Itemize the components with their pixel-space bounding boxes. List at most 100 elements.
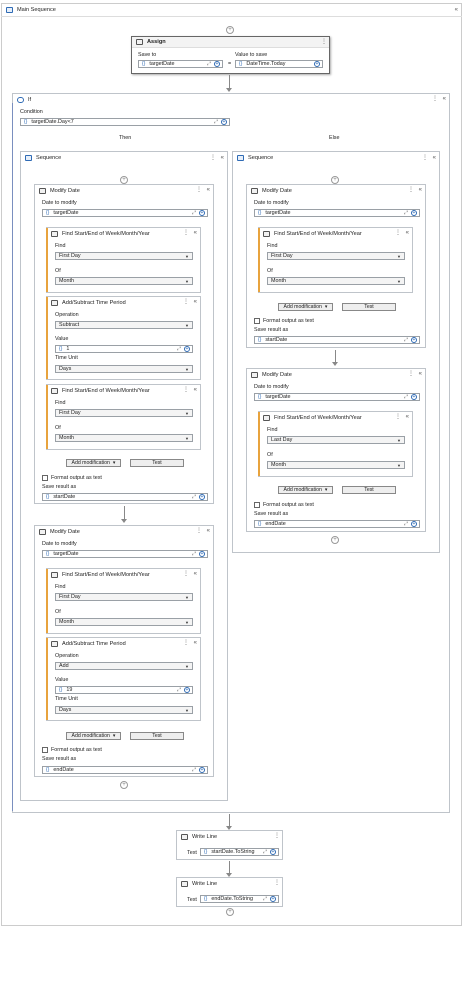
plus-icon[interactable]: + — [411, 210, 417, 216]
expand-icon[interactable]: ⤢ — [404, 337, 408, 343]
expand-icon[interactable]: ⤢ — [177, 687, 181, 693]
assign-activity[interactable]: Assign ⋮ Save to Value to save {} targetD… — [131, 36, 330, 74]
add-subtract-activity[interactable]: Add/Subtract Time Period ⋮ « Operation A… — [46, 637, 201, 721]
more-options-icon[interactable]: ⋮ — [395, 229, 401, 236]
expand-icon[interactable]: ⤢ — [214, 119, 218, 125]
collapse-icon[interactable]: « — [194, 387, 197, 393]
text-field[interactable]: {} endDate.ToString ⤢ + — [200, 895, 279, 903]
collapse-icon[interactable]: « — [419, 371, 422, 377]
more-options-icon[interactable]: ⋮ — [196, 186, 202, 193]
collapse-icon[interactable]: « — [221, 155, 224, 161]
format-output-checkbox[interactable] — [254, 502, 260, 508]
main-sequence-header[interactable]: Main Sequence — [2, 4, 461, 16]
condition-field[interactable]: {} targetDate.Day<7 ⤢ + — [20, 118, 230, 126]
find-select[interactable]: Last Day ▼ — [267, 436, 405, 444]
test-button[interactable]: Test — [130, 732, 184, 740]
collapse-icon[interactable]: « — [194, 299, 197, 305]
save-to-field[interactable]: {} targetDate ⤢ + — [138, 60, 223, 68]
expand-icon[interactable]: ⤢ — [192, 494, 196, 500]
more-options-icon[interactable]: ⋮ — [274, 879, 280, 886]
format-output-checkbox[interactable] — [42, 475, 48, 481]
collapse-icon[interactable]: « — [194, 230, 197, 236]
time-unit-select[interactable]: Days ▼ — [55, 706, 193, 714]
date-to-modify-field[interactable]: {} targetDate ⤢ + — [42, 209, 208, 217]
add-activity-button[interactable]: + — [331, 536, 339, 544]
more-options-icon[interactable]: ⋮ — [432, 95, 438, 102]
expand-icon[interactable]: ⤢ — [404, 521, 408, 527]
expand-icon[interactable]: ⤢ — [192, 767, 196, 773]
test-button[interactable]: Test — [342, 303, 396, 311]
add-subtract-activity[interactable]: Add/Subtract Time Period ⋮ « Operation S… — [46, 296, 201, 380]
value-field[interactable]: {} DateTime.Today + — [235, 60, 323, 68]
plus-icon[interactable]: + — [214, 61, 220, 67]
of-select[interactable]: Month ▼ — [55, 434, 193, 442]
find-select[interactable]: First Day ▼ — [267, 252, 405, 260]
add-modification-button[interactable]: Add modification ▾ — [66, 459, 121, 467]
collapse-icon[interactable]: « — [194, 571, 197, 577]
operation-select[interactable]: Add ▼ — [55, 662, 193, 670]
find-select[interactable]: First Day ▼ — [55, 593, 193, 601]
more-options-icon[interactable]: ⋮ — [321, 38, 327, 45]
write-line-activity[interactable]: Write Line ⋮ Text {} startDate.ToString ⤢ + — [176, 830, 283, 860]
write-line-activity[interactable]: Write Line ⋮ Text {} endDate.ToString ⤢ + — [176, 877, 283, 907]
plus-icon[interactable]: + — [411, 337, 417, 343]
expand-icon[interactable]: ⤢ — [192, 551, 196, 557]
save-result-field[interactable]: {} endDate ⤢ + — [42, 766, 208, 774]
find-start-end-activity[interactable]: Find Start/End of Week/Month/Year ⋮ « Fi… — [46, 568, 201, 634]
date-to-modify-field[interactable]: {} targetDate ⤢ + — [254, 393, 420, 401]
add-activity-button[interactable]: + — [120, 781, 128, 789]
find-select[interactable]: First Day ▼ — [55, 252, 193, 260]
add-modification-button[interactable]: Add modification ▾ — [278, 486, 333, 494]
more-options-icon[interactable]: ⋮ — [196, 527, 202, 534]
time-unit-select[interactable]: Days ▼ — [55, 365, 193, 373]
collapse-icon[interactable]: « — [406, 230, 409, 236]
collapse-icon[interactable]: « — [433, 155, 436, 161]
of-select[interactable]: Month ▼ — [55, 277, 193, 285]
test-button[interactable]: Test — [130, 459, 184, 467]
expand-icon[interactable]: ⤢ — [207, 61, 211, 67]
plus-icon[interactable]: + — [411, 521, 417, 527]
more-options-icon[interactable]: ⋮ — [408, 370, 414, 377]
value-field[interactable]: {} 1 ⤢ + — [55, 345, 193, 353]
more-options-icon[interactable]: ⋮ — [395, 413, 401, 420]
more-options-icon[interactable]: ⋮ — [183, 298, 189, 305]
plus-icon[interactable]: + — [184, 687, 190, 693]
expand-icon[interactable]: ⤢ — [404, 210, 408, 216]
value-field[interactable]: {} 19 ⤢ + — [55, 686, 193, 694]
find-start-end-activity[interactable]: Find Start/End of Week/Month/Year ⋮ « Fi… — [258, 411, 413, 477]
test-button[interactable]: Test — [342, 486, 396, 494]
find-start-end-activity[interactable]: Find Start/End of Week/Month/Year ⋮ « Fi… — [46, 227, 201, 293]
more-options-icon[interactable]: ⋮ — [422, 154, 428, 161]
add-activity-button[interactable]: + — [331, 176, 339, 184]
collapse-icon[interactable]: « — [194, 640, 197, 646]
find-select[interactable]: First Day ▼ — [55, 409, 193, 417]
of-select[interactable]: Month ▼ — [55, 618, 193, 626]
of-select[interactable]: Month ▼ — [267, 277, 405, 285]
date-to-modify-field[interactable]: {} targetDate ⤢ + — [254, 209, 420, 217]
expand-icon[interactable]: ⤢ — [404, 394, 408, 400]
plus-icon[interactable]: + — [184, 346, 190, 352]
plus-icon[interactable]: + — [199, 551, 205, 557]
more-options-icon[interactable]: ⋮ — [183, 639, 189, 646]
date-to-modify-field[interactable]: {} targetDate ⤢ + — [42, 550, 208, 558]
plus-icon[interactable]: + — [199, 767, 205, 773]
add-modification-button[interactable]: Add modification ▾ — [66, 732, 121, 740]
add-activity-button[interactable]: + — [120, 176, 128, 184]
collapse-icon[interactable]: « — [443, 96, 446, 102]
more-options-icon[interactable]: ⋮ — [274, 832, 280, 839]
save-result-field[interactable]: {} endDate ⤢ + — [254, 520, 420, 528]
plus-icon[interactable]: + — [199, 494, 205, 500]
save-result-field[interactable]: {} startDate ⤢ + — [42, 493, 208, 501]
expand-icon[interactable]: ⤢ — [177, 346, 181, 352]
format-output-checkbox[interactable] — [254, 318, 260, 324]
text-field[interactable]: {} startDate.ToString ⤢ + — [200, 848, 279, 856]
collapse-icon[interactable]: « — [207, 187, 210, 193]
more-options-icon[interactable]: ⋮ — [183, 229, 189, 236]
more-options-icon[interactable]: ⋮ — [183, 570, 189, 577]
of-select[interactable]: Month ▼ — [267, 461, 405, 469]
more-options-icon[interactable]: ⋮ — [408, 186, 414, 193]
collapse-icon[interactable]: « — [455, 7, 458, 13]
collapse-icon[interactable]: « — [207, 528, 210, 534]
find-start-end-activity[interactable]: Find Start/End of Week/Month/Year ⋮ « Fi… — [46, 384, 201, 450]
collapse-icon[interactable]: « — [406, 414, 409, 420]
